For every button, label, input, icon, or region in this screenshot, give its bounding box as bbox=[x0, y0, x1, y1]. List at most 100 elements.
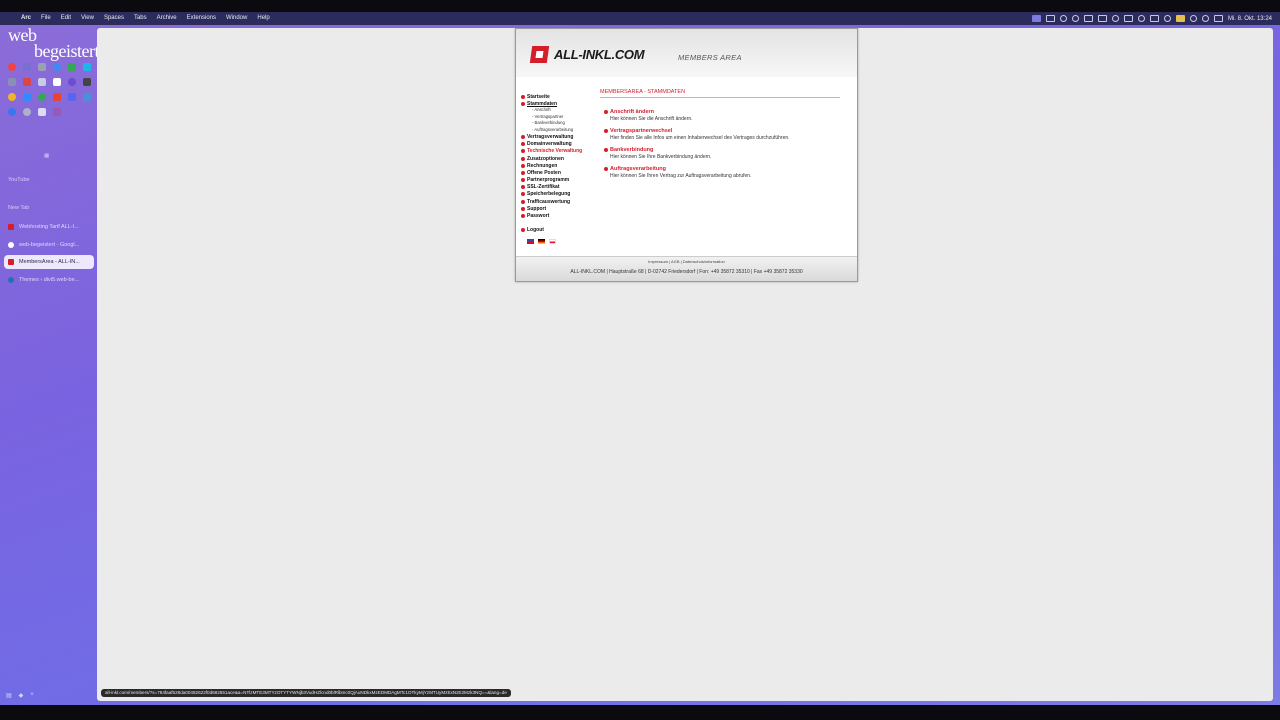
purple-app-icon[interactable] bbox=[52, 108, 61, 116]
add-space-icon[interactable]: + bbox=[30, 692, 34, 699]
page-title: MEMBERSAREA - STAMMDATEN bbox=[600, 89, 840, 98]
library-icon[interactable]: ▤ bbox=[6, 692, 12, 699]
vimeo-icon[interactable] bbox=[1059, 15, 1067, 22]
settings-icon[interactable] bbox=[1137, 15, 1145, 22]
footer-links[interactable]: Impressum | AGB | Datenschutzinformation bbox=[516, 259, 857, 264]
nav-speicherbelegung[interactable]: Speicherbelegung bbox=[521, 191, 601, 198]
menu-spaces[interactable]: Spaces bbox=[99, 12, 129, 25]
nav-domainverwaltung[interactable]: Domainverwaltung bbox=[521, 141, 601, 148]
display-icon[interactable] bbox=[1097, 15, 1107, 22]
flag-pl-icon[interactable] bbox=[549, 238, 556, 244]
tab-label: Webhosting Tarif ALL-I... bbox=[19, 224, 79, 230]
nav-logout[interactable]: Logout bbox=[521, 227, 601, 234]
nav-stammdaten[interactable]: Stammdaten bbox=[521, 100, 601, 107]
bullet-icon bbox=[521, 178, 525, 183]
list-app-icon[interactable] bbox=[37, 108, 46, 116]
opera-icon[interactable] bbox=[7, 63, 16, 71]
pen-app-icon[interactable] bbox=[37, 78, 46, 86]
video-icon[interactable] bbox=[1045, 15, 1055, 22]
tab-label: Themes ‹ divi5.web-be... bbox=[19, 276, 80, 283]
loom-app-icon[interactable] bbox=[67, 78, 76, 86]
flag-en-icon[interactable] bbox=[527, 238, 534, 244]
nav-passwort[interactable]: Passwort bbox=[521, 212, 601, 219]
finder-app-icon[interactable] bbox=[82, 93, 91, 101]
nav-label: SSL-Zertifikat bbox=[527, 184, 560, 191]
control-center-icon[interactable] bbox=[1213, 15, 1223, 22]
circle-app-icon[interactable] bbox=[7, 93, 16, 101]
nav-offene-posten[interactable]: Offene Posten bbox=[521, 169, 601, 176]
bullet-icon bbox=[521, 134, 525, 139]
menu-help[interactable]: Help bbox=[252, 12, 274, 25]
globe-app-icon[interactable] bbox=[22, 108, 31, 116]
tab-membersarea[interactable]: MembersArea - ALL-IN... bbox=[4, 255, 94, 269]
tab-themes[interactable]: Themes ‹ divi5.web-be... bbox=[4, 273, 94, 287]
gmail-app-icon[interactable] bbox=[52, 93, 61, 101]
camera-icon[interactable] bbox=[1111, 15, 1119, 22]
allinkl-header: ALL-INKL.COM MEMBERS AREA bbox=[516, 29, 857, 77]
nav-label: Domainverwaltung bbox=[527, 141, 572, 148]
new-tab-button[interactable]: New Tab bbox=[8, 205, 29, 211]
dark-app-icon[interactable] bbox=[82, 78, 91, 86]
entry-link-auftragsverarbeitung[interactable]: Auftragsverarbeitung bbox=[604, 166, 844, 172]
signal-app-icon[interactable] bbox=[7, 108, 16, 116]
nav-label: Partnerprogramm bbox=[527, 177, 570, 184]
nav-support[interactable]: Support bbox=[521, 205, 601, 212]
drive-icon[interactable] bbox=[1071, 15, 1079, 22]
cloud-icon[interactable] bbox=[1083, 15, 1093, 22]
allinkl-nav: Startseite Stammdaten - Anschrift - Vert… bbox=[521, 93, 601, 244]
flag-de-icon[interactable] bbox=[538, 238, 545, 244]
meet-app-icon[interactable] bbox=[37, 93, 46, 101]
menu-tabs[interactable]: Tabs bbox=[129, 12, 152, 25]
menu-extensions[interactable]: Extensions bbox=[182, 12, 221, 25]
nav-zusatzoptionen[interactable]: Zusatzoptionen bbox=[521, 155, 601, 162]
drive-app-icon[interactable] bbox=[67, 63, 76, 71]
nav-vertragsverwaltung[interactable]: Vertragsverwaltung bbox=[521, 133, 601, 140]
menu-archive[interactable]: Archive bbox=[152, 12, 182, 25]
grid-app-icon[interactable] bbox=[22, 63, 31, 71]
tool-icon[interactable] bbox=[1123, 15, 1133, 22]
tab-google[interactable]: web-begeistert - Googl... bbox=[4, 238, 94, 252]
wifi-icon[interactable] bbox=[1189, 15, 1197, 22]
menu-app[interactable]: Arc bbox=[16, 12, 36, 25]
menu-file[interactable]: File bbox=[36, 12, 56, 25]
wordpress-app-icon[interactable] bbox=[7, 78, 16, 86]
vimeo-app-icon[interactable] bbox=[82, 63, 91, 71]
menu-list: Arc File Edit View Spaces Tabs Archive E… bbox=[0, 12, 275, 25]
entry-link-vertragspartner[interactable]: Vertragspartnerwechsel bbox=[604, 128, 844, 134]
spaces-icon[interactable]: ◆ bbox=[19, 692, 24, 699]
tab-webhosting[interactable]: Webhosting Tarif ALL-I... bbox=[4, 220, 94, 234]
allinkl-footer: Impressum | AGB | Datenschutzinformation… bbox=[516, 256, 857, 281]
nav-trafficauswertung[interactable]: Trafficauswertung bbox=[521, 198, 601, 205]
nav-rechnungen[interactable]: Rechnungen bbox=[521, 162, 601, 169]
youtube-app-icon[interactable] bbox=[22, 78, 31, 86]
chrome-icon[interactable] bbox=[52, 63, 61, 71]
entry-link-anschrift[interactable]: Anschrift ändern bbox=[604, 109, 844, 115]
clock-icon[interactable] bbox=[1163, 15, 1171, 22]
entry-vertragspartner: Vertragspartnerwechsel Hier finden Sie a… bbox=[604, 128, 844, 141]
discord-app-icon[interactable] bbox=[67, 93, 76, 101]
arc-sidebar: web begeistert.de ▦ YouTube New Tab Webh… bbox=[0, 25, 119, 705]
tab-list: Webhosting Tarif ALL-I... web-begeistert… bbox=[4, 220, 94, 290]
notion-app-icon[interactable] bbox=[52, 78, 61, 86]
nav-startseite[interactable]: Startseite bbox=[521, 93, 601, 100]
zoom-app-icon[interactable] bbox=[22, 93, 31, 101]
calendar-icon[interactable] bbox=[1149, 15, 1159, 22]
bullet-icon bbox=[521, 94, 525, 99]
nav-label: Vertragsverwaltung bbox=[527, 133, 574, 140]
search-icon[interactable] bbox=[1201, 15, 1209, 22]
menubar-clock[interactable]: Mi. 8. Okt. 13:24 bbox=[1228, 16, 1272, 22]
calendar-app-icon[interactable] bbox=[37, 63, 46, 71]
section-youtube[interactable]: YouTube bbox=[8, 177, 30, 183]
entry-link-bankverbindung[interactable]: Bankverbindung bbox=[604, 147, 844, 153]
screen-share-icon[interactable] bbox=[1031, 15, 1041, 22]
battery-icon[interactable] bbox=[1175, 15, 1185, 22]
allinkl-favicon bbox=[8, 224, 14, 230]
menu-edit[interactable]: Edit bbox=[56, 12, 76, 25]
grid-small-icon[interactable]: ▦ bbox=[44, 153, 49, 159]
nav-partnerprogramm[interactable]: Partnerprogramm bbox=[521, 177, 601, 184]
menu-view[interactable]: View bbox=[76, 12, 99, 25]
nav-label: Passwort bbox=[527, 213, 550, 220]
menu-window[interactable]: Window bbox=[221, 12, 252, 25]
nav-technische-verwaltung[interactable]: Technische Verwaltung bbox=[521, 148, 601, 155]
nav-ssl-zertifikat[interactable]: SSL-Zertifikat bbox=[521, 184, 601, 191]
